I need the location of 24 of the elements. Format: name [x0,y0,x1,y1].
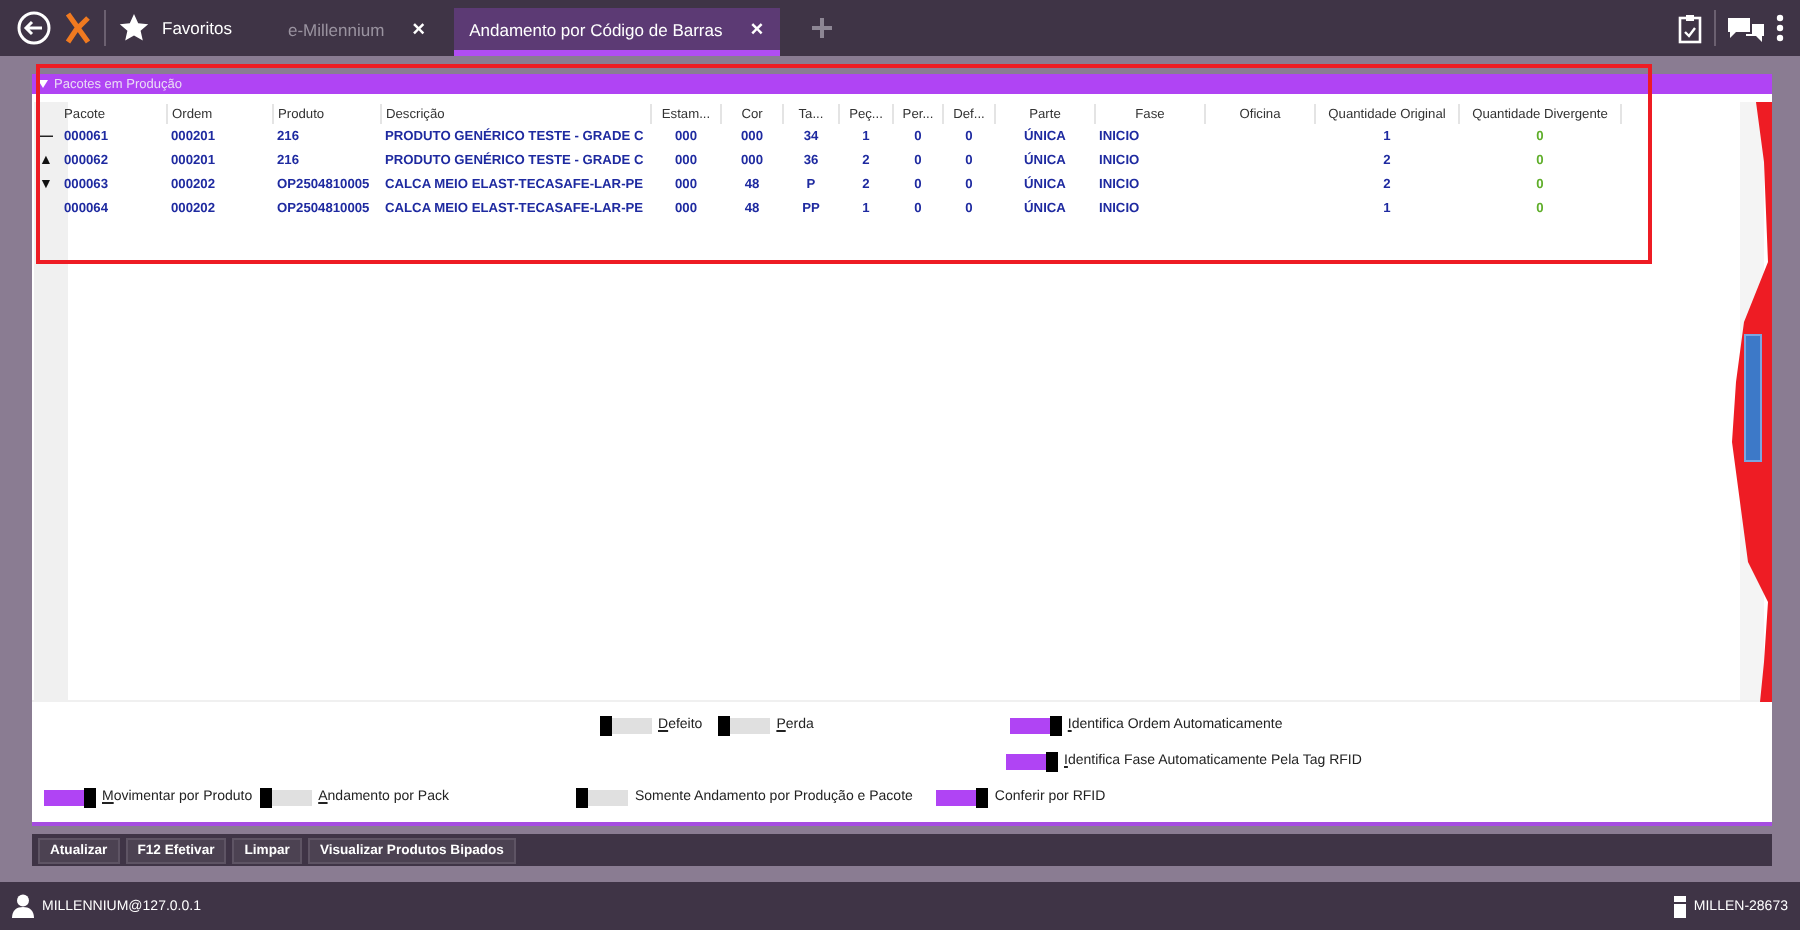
favorites-link[interactable]: Favoritos [162,18,232,38]
close-button[interactable]: × [750,17,764,41]
tab[interactable]: Andamento por Código de Barras × [453,8,780,56]
computer-icon [1673,895,1686,917]
caret-icon[interactable] [38,80,48,88]
tab[interactable]: e-Millennium × [271,8,442,56]
toggle-switch[interactable] [576,789,629,805]
back-icon[interactable] [16,10,52,46]
clipboard-icon[interactable] [1678,13,1702,43]
toggle-switch[interactable] [1006,753,1058,769]
logo-icon[interactable] [64,12,92,44]
user-icon [12,894,34,918]
chat-icon[interactable] [1728,15,1764,41]
scrollbar-thumb[interactable] [1744,334,1762,462]
more-icon[interactable] [1776,14,1784,42]
toggle-switch[interactable] [600,717,652,733]
toggle-switch[interactable] [260,789,313,805]
star-icon[interactable] [118,12,150,44]
toggle-switch[interactable] [718,717,771,733]
add-tab-icon[interactable] [811,18,832,38]
toggle-switch[interactable] [936,789,989,805]
toggle-switch[interactable] [44,789,96,805]
toggle-switch[interactable] [1009,717,1062,733]
close-button[interactable]: × [412,17,426,41]
